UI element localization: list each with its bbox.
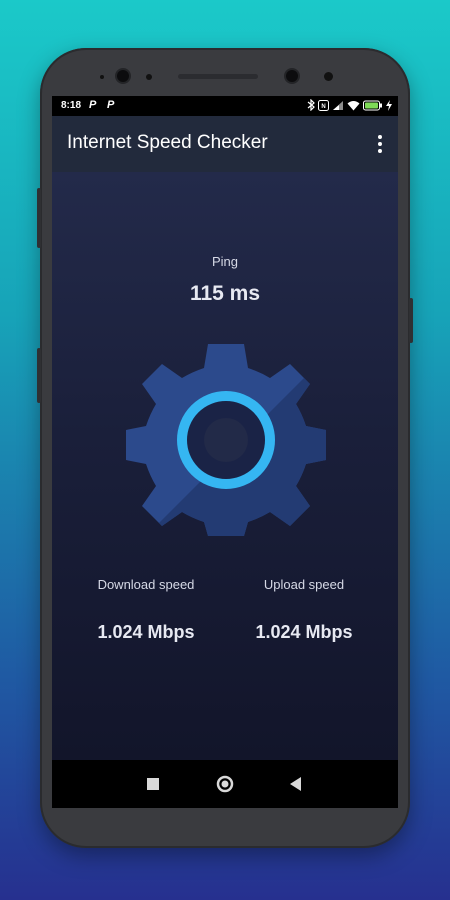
download-speed-value: 1.024 Mbps xyxy=(97,622,195,642)
back-button[interactable] xyxy=(276,760,316,808)
recents-icon xyxy=(147,778,159,790)
ping-value: 115 ms xyxy=(189,282,261,305)
speaker-grille xyxy=(178,74,258,79)
gear-icon[interactable] xyxy=(126,336,326,536)
phone-frame: 8:18 P P N Internet Speed Checker Ping 1… xyxy=(37,48,413,848)
main-content: Ping 115 ms Download speed Upload speed xyxy=(52,172,398,760)
svg-text:N: N xyxy=(321,104,325,110)
signal-icon xyxy=(333,100,343,110)
app-title: Internet Speed Checker xyxy=(67,132,268,153)
sensor-dot xyxy=(324,72,333,81)
navigation-bar xyxy=(52,760,398,808)
more-vert-icon[interactable] xyxy=(376,133,384,155)
app-bar: Internet Speed Checker xyxy=(52,116,398,172)
battery-icon xyxy=(363,100,382,110)
notification-icon-p: P xyxy=(89,99,97,111)
back-icon xyxy=(290,777,301,791)
power-button xyxy=(409,298,413,343)
upload-speed-value: 1.024 Mbps xyxy=(255,622,353,642)
sensor-dot xyxy=(100,75,104,79)
phone-top-bezel xyxy=(40,48,410,100)
home-button[interactable] xyxy=(205,760,245,808)
status-bar: 8:18 P P N xyxy=(52,96,398,116)
front-camera xyxy=(286,70,298,82)
bluetooth-icon xyxy=(307,99,315,111)
screen: 8:18 P P N Internet Speed Checker Ping 1… xyxy=(52,96,398,808)
download-speed-label: Download speed xyxy=(97,577,195,592)
system-icons: N xyxy=(307,99,392,111)
wifi-icon xyxy=(347,100,360,110)
sensor-dot xyxy=(146,74,152,80)
volume-button xyxy=(37,188,41,248)
nfc-icon: N xyxy=(318,99,329,111)
front-camera xyxy=(117,70,129,82)
volume-button xyxy=(37,348,41,403)
home-icon xyxy=(216,775,234,793)
ping-label: Ping xyxy=(211,254,239,269)
charging-icon xyxy=(386,99,392,111)
notification-icon-p: P xyxy=(107,99,115,111)
recents-button[interactable] xyxy=(133,760,173,808)
status-time: 8:18 xyxy=(61,100,82,111)
upload-speed-label: Upload speed xyxy=(263,577,345,592)
